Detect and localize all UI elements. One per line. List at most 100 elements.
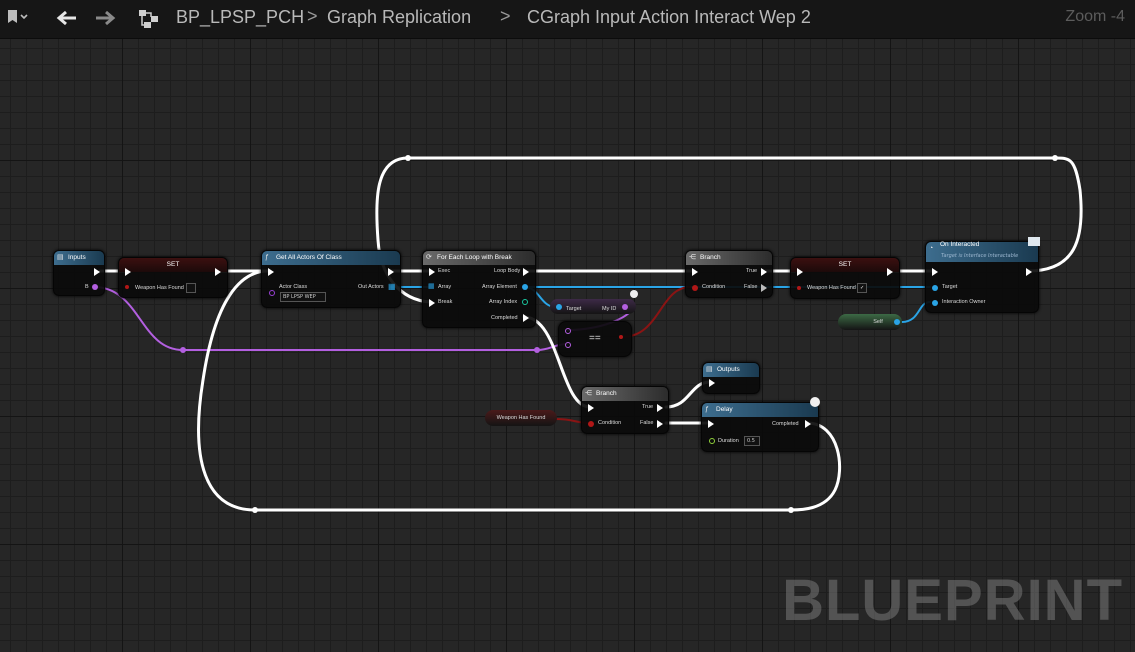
get-all-actors-node[interactable]: ƒ Get All Actors Of Class Actor Class BP … bbox=[261, 250, 401, 308]
equals-b-pin[interactable] bbox=[565, 342, 571, 348]
exec-in-pin[interactable] bbox=[692, 268, 698, 276]
set-weapon-node[interactable]: SET Weapon Has Found bbox=[118, 257, 228, 298]
exec-label: Exec bbox=[438, 268, 451, 274]
for-each-title: For Each Loop with Break bbox=[437, 254, 512, 261]
condition-pin[interactable] bbox=[692, 285, 698, 291]
true-pin[interactable] bbox=[761, 268, 767, 276]
exec-in-pin[interactable] bbox=[708, 420, 714, 428]
array-label: Array bbox=[438, 284, 452, 290]
true-label: True bbox=[642, 404, 654, 410]
envelope-icon bbox=[1028, 237, 1040, 246]
for-each-header: ⟳ For Each Loop with Break bbox=[423, 251, 535, 265]
exec-in-pin[interactable] bbox=[797, 268, 803, 276]
pin-b[interactable] bbox=[92, 284, 98, 290]
branch-title: Branch bbox=[700, 254, 721, 261]
for-each-loop-node[interactable]: ⟳ For Each Loop with Break Exec ▦ Array B… bbox=[422, 250, 536, 328]
weapon-has-found-pin[interactable] bbox=[125, 285, 129, 289]
duration-pin[interactable] bbox=[709, 438, 715, 444]
on-interacted-subtitle: Target is Interface Interactable bbox=[941, 253, 1019, 259]
array-pin-icon[interactable]: ▦ bbox=[388, 282, 396, 291]
false-label: False bbox=[744, 284, 758, 290]
inputs-node[interactable]: ▤ Inputs B bbox=[53, 250, 105, 296]
inputs-header: ▤ Inputs bbox=[54, 251, 104, 265]
set-weapon-node-2[interactable]: SET Weapon Has Found ✓ bbox=[790, 257, 900, 299]
function-icon: ƒ bbox=[705, 406, 709, 413]
on-interacted-node[interactable]: ◔ On Interacted Target is Interface Inter… bbox=[925, 237, 1040, 313]
actor-class-label: Actor Class bbox=[279, 284, 308, 290]
inputs-title: Inputs bbox=[68, 254, 86, 261]
condition-label: Condition bbox=[702, 284, 726, 290]
outputs-header: ▤ Outputs bbox=[703, 363, 759, 377]
target-label: Target bbox=[942, 284, 958, 290]
on-interacted-title: On Interacted bbox=[940, 241, 980, 248]
weapon-has-found-checkbox[interactable] bbox=[186, 283, 196, 293]
set-title: SET bbox=[838, 261, 852, 268]
my-id-pin[interactable] bbox=[622, 304, 628, 310]
get-all-actors-header: ƒ Get All Actors Of Class bbox=[262, 251, 400, 265]
false-pin[interactable] bbox=[657, 420, 663, 428]
clock-icon bbox=[810, 397, 820, 407]
my-id-getter[interactable]: Target My ID bbox=[550, 299, 636, 314]
loop-body-pin[interactable] bbox=[523, 268, 529, 276]
replicated-icon bbox=[630, 290, 638, 298]
exec-out-pin[interactable] bbox=[887, 268, 893, 276]
actor-class-pin[interactable] bbox=[269, 290, 275, 296]
break-label: Break bbox=[438, 299, 453, 305]
weapon-has-found-label: Weapon Has Found bbox=[135, 285, 184, 291]
exec-in-pin[interactable] bbox=[709, 379, 715, 387]
exec-in-pin[interactable] bbox=[268, 268, 274, 276]
get-all-actors-title: Get All Actors Of Class bbox=[276, 254, 342, 261]
blueprint-watermark: BLUEPRINT bbox=[782, 568, 1123, 633]
weapon-has-found-checkbox-checked[interactable]: ✓ bbox=[857, 283, 867, 293]
condition-label: Condition bbox=[598, 420, 622, 426]
completed-label: Completed bbox=[772, 421, 799, 427]
false-pin[interactable] bbox=[761, 284, 767, 292]
exec-in-pin[interactable] bbox=[588, 404, 594, 412]
delay-header: ƒ Delay bbox=[702, 403, 818, 417]
function-icon: ▤ bbox=[706, 366, 713, 373]
duration-input[interactable]: 0.5 bbox=[744, 436, 760, 446]
branch-icon: ⋲ bbox=[585, 390, 592, 397]
function-icon: ƒ bbox=[265, 254, 269, 261]
self-node[interactable]: Self bbox=[838, 314, 902, 330]
true-pin[interactable] bbox=[657, 404, 663, 412]
pin-b-label: B bbox=[85, 284, 89, 290]
equals-node[interactable]: == bbox=[558, 321, 632, 357]
completed-pin[interactable] bbox=[805, 420, 811, 428]
array-index-pin[interactable] bbox=[522, 299, 528, 305]
break-pin[interactable] bbox=[429, 299, 435, 307]
set-header: SET bbox=[791, 258, 899, 272]
branch-node-1[interactable]: ⋲ Branch Condition True False bbox=[685, 250, 773, 298]
self-pin[interactable] bbox=[894, 319, 900, 325]
completed-pin[interactable] bbox=[523, 314, 529, 322]
weapon-has-found-getter-label: Weapon Has Found bbox=[496, 415, 546, 421]
array-element-label: Array Element bbox=[482, 284, 517, 290]
array-element-pin[interactable] bbox=[522, 284, 528, 290]
interaction-owner-pin[interactable] bbox=[932, 300, 938, 306]
false-label: False bbox=[640, 420, 654, 426]
exec-in-pin[interactable] bbox=[429, 268, 435, 276]
exec-out-pin[interactable] bbox=[94, 268, 100, 276]
condition-pin[interactable] bbox=[588, 421, 594, 427]
delay-node[interactable]: ƒ Delay Completed Duration 0.5 bbox=[701, 397, 820, 452]
equals-result-pin[interactable] bbox=[619, 335, 623, 339]
exec-out-pin[interactable] bbox=[388, 268, 394, 276]
actor-class-dropdown[interactable]: BP LPSP WEP bbox=[280, 292, 326, 302]
branch-node-2[interactable]: ⋲ Branch Condition True False bbox=[581, 386, 669, 434]
outputs-node[interactable]: ▤ Outputs bbox=[702, 362, 760, 394]
exec-out-pin[interactable] bbox=[215, 268, 221, 276]
exec-in-pin[interactable] bbox=[125, 268, 131, 276]
out-actors-label: Out Actors bbox=[358, 284, 384, 290]
macro-icon: ⟳ bbox=[426, 254, 432, 261]
weapon-has-found-label: Weapon Has Found bbox=[807, 285, 856, 291]
target-pin[interactable] bbox=[556, 304, 562, 310]
target-pin[interactable] bbox=[932, 285, 938, 291]
equals-a-pin[interactable] bbox=[565, 328, 571, 334]
weapon-has-found-getter[interactable]: Weapon Has Found bbox=[485, 410, 557, 426]
exec-in-pin[interactable] bbox=[932, 268, 938, 276]
completed-label: Completed bbox=[491, 315, 518, 321]
branch-header: ⋲ Branch bbox=[686, 251, 772, 265]
weapon-has-found-pin[interactable] bbox=[797, 286, 801, 290]
array-in-pin-icon[interactable]: ▦ bbox=[428, 282, 435, 290]
exec-out-pin[interactable] bbox=[1026, 268, 1032, 276]
